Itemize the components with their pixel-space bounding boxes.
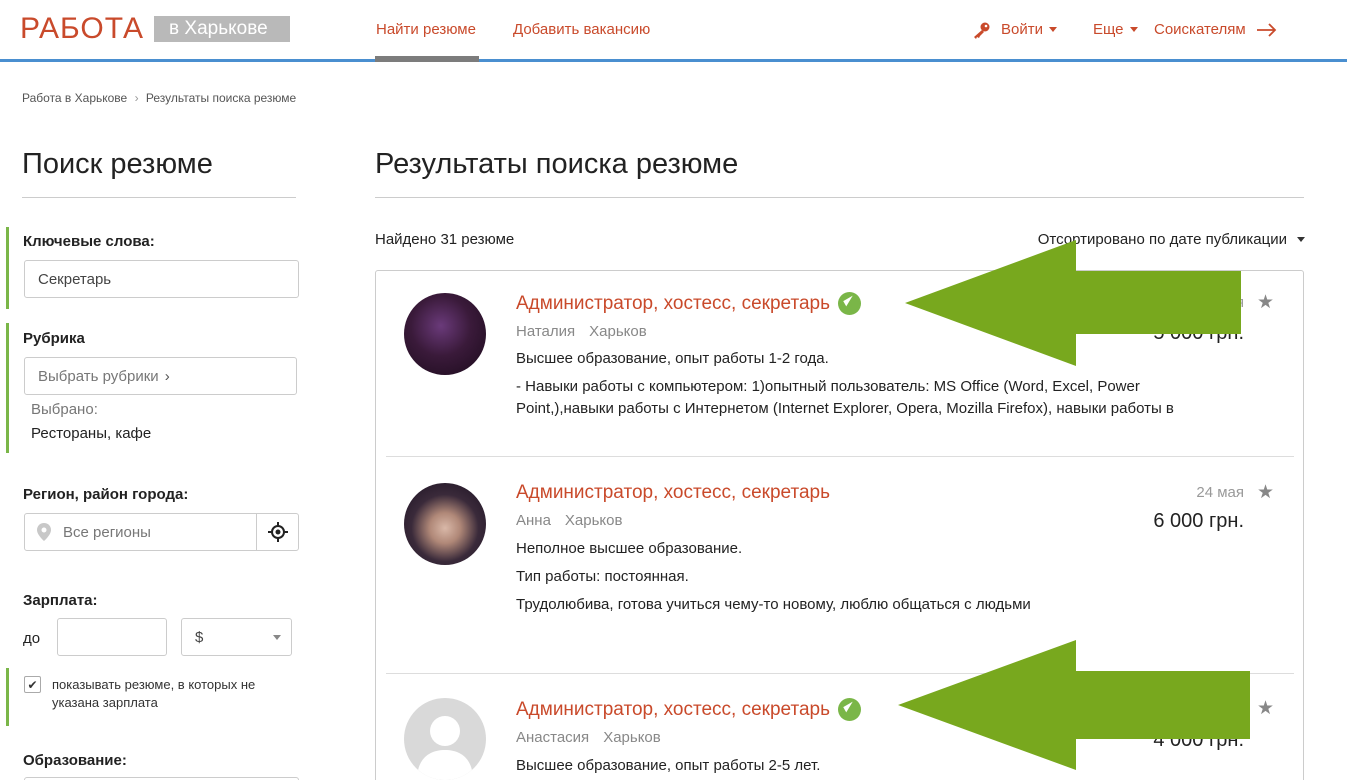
candidate-name: Анна: [516, 512, 551, 529]
show-no-salary-line1: показывать резюме, в которых не: [52, 677, 256, 692]
promoted-badge-icon: [838, 698, 862, 721]
rubric-filter: Рубрика Выбрать рубрики › Выбрано: Ресто…: [6, 323, 298, 453]
site-logo[interactable]: РАБОТА в Харькове: [20, 12, 291, 46]
keywords-input[interactable]: Секретарь: [24, 260, 299, 298]
resume-line: Трудолюбива, готова учиться чему-то ново…: [516, 596, 1031, 613]
rubric-selected-label: Выбрано:: [31, 401, 98, 418]
chevron-down-icon: [1048, 27, 1057, 32]
resume-line: Point,),навыки работы с Интернетом (Inte…: [516, 400, 1174, 417]
keywords-label: Ключевые слова:: [23, 233, 155, 250]
chevron-right-icon: ›: [164, 367, 170, 385]
page-title: Результаты поиска резюме: [375, 148, 739, 180]
salary-label: Зарплата:: [23, 592, 98, 609]
key-icon: [974, 22, 990, 39]
breadcrumb: Работа в Харькове › Результаты поиска ре…: [22, 91, 296, 105]
show-no-salary-checkbox[interactable]: ✔: [24, 676, 41, 693]
avatar: [404, 483, 486, 565]
annotation-arrow-icon: [905, 240, 1241, 366]
resume-meta: Наталия Харьков: [516, 323, 647, 340]
annotation-arrow-icon: [898, 640, 1250, 770]
resume-meta: Анна Харьков: [516, 512, 622, 529]
divider: [22, 197, 296, 198]
star-icon[interactable]: ★: [1257, 481, 1274, 504]
chevron-down-icon: [273, 634, 281, 640]
star-icon[interactable]: ★: [1257, 291, 1274, 314]
candidate-name: Анастасия: [516, 729, 590, 746]
rubric-button-label: Выбрать рубрики: [38, 367, 159, 385]
sidebar-title: Поиск резюме: [22, 148, 213, 180]
show-no-salary-option: ✔ показывать резюме, в которых не указан…: [6, 668, 298, 726]
chevron-down-icon: [1129, 27, 1138, 32]
results-count: Найдено 31 резюме: [375, 231, 515, 248]
resume-line: Тип работы: постоянная.: [516, 568, 689, 585]
rubric-selected-value: Рестораны, кафе: [31, 425, 152, 442]
arrow-right-icon: [1256, 22, 1276, 37]
star-icon[interactable]: ★: [1257, 697, 1274, 720]
avatar: [404, 293, 486, 375]
more-menu[interactable]: Еще: [1093, 0, 1138, 59]
candidate-name: Наталия: [516, 323, 576, 340]
resume-title: Администратор, хостесс, секретарь: [516, 482, 831, 503]
breadcrumb-separator-icon: ›: [134, 91, 139, 105]
resume-description: Неполное высшее образование. Тип работы:…: [516, 538, 1256, 616]
text-fade: [386, 420, 1294, 456]
target-icon: [267, 522, 288, 542]
resume-title-link[interactable]: Администратор, хостесс, секретарь: [516, 698, 862, 721]
publish-date: 24 мая: [1196, 484, 1244, 501]
more-label: Еще: [1093, 21, 1124, 38]
candidate-city: Харьков: [589, 323, 647, 340]
resume-title-link[interactable]: Администратор, хостесс, секретарь: [516, 292, 862, 315]
checkmark-icon: ✔: [27, 677, 38, 692]
avatar: [404, 698, 486, 780]
resume-line: Неполное высшее образование.: [516, 540, 743, 557]
rubric-select-button[interactable]: Выбрать рубрики ›: [24, 357, 297, 395]
currency-value: $: [195, 628, 204, 646]
active-tab-underline: [375, 56, 479, 62]
show-no-salary-label: показывать резюме, в которых не указана …: [52, 676, 255, 712]
seekers-label: Соискателям: [1154, 21, 1246, 38]
chevron-down-icon: [1297, 237, 1305, 242]
resume-meta: Анастасия Харьков: [516, 729, 661, 746]
candidate-city: Харьков: [564, 512, 623, 529]
salary-value: 6 000 грн.: [1153, 510, 1244, 532]
rubric-label: Рубрика: [23, 330, 85, 347]
salary-to-label: до: [23, 630, 41, 647]
user-placeholder-icon: [417, 716, 473, 780]
region-placeholder: Все регионы: [63, 523, 151, 541]
region-label: Регион, район города:: [23, 486, 189, 503]
candidate-city: Харьков: [603, 729, 661, 746]
nav-find-resume[interactable]: Найти резюме: [376, 0, 476, 59]
logo-main-text: РАБОТА: [20, 12, 145, 45]
geolocate-button[interactable]: [257, 514, 298, 550]
salary-input[interactable]: [57, 618, 167, 656]
breadcrumb-home[interactable]: Работа в Харькове: [22, 91, 127, 105]
education-label: Образование:: [23, 752, 127, 769]
keywords-filter: Ключевые слова: Секретарь: [6, 227, 299, 309]
login-menu[interactable]: Войти: [971, 0, 1057, 59]
logo-city-badge: в Харькове: [154, 16, 291, 42]
resume-title-link[interactable]: Администратор, хостесс, секретарь: [516, 482, 830, 504]
promoted-badge-icon: [838, 292, 862, 315]
resume-line: - Навыки работы с компьютером: 1)опытный…: [516, 378, 1140, 395]
resume-title: Администратор, хостесс, секретарь: [516, 698, 831, 720]
location-pin-icon: [37, 523, 51, 541]
nav-add-vacancy[interactable]: Добавить вакансию: [513, 0, 650, 59]
currency-select[interactable]: $: [181, 618, 292, 656]
show-no-salary-line2: указана зарплата: [52, 695, 158, 710]
breadcrumb-current: Результаты поиска резюме: [145, 91, 297, 105]
divider: [375, 197, 1304, 198]
resume-title: Администратор, хостесс, секретарь: [516, 292, 831, 314]
seekers-link[interactable]: Соискателям: [1154, 0, 1278, 59]
site-header: РАБОТА в Харькове Найти резюме Добавить …: [0, 0, 1347, 62]
login-label: Войти: [1001, 21, 1043, 38]
